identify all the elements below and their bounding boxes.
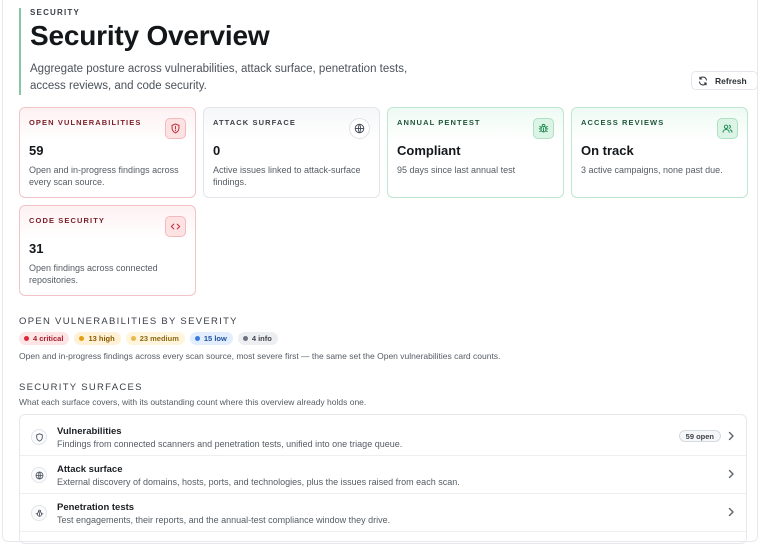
surface-description: Findings from connected scanners and pen…	[57, 439, 403, 449]
surface-name: Penetration tests	[57, 502, 135, 513]
card-annual-pentest[interactable]: ANNUAL PENTEST Compliant 95 days since l…	[387, 107, 564, 198]
refresh-label: Refresh	[715, 75, 747, 86]
users-icon	[717, 118, 738, 139]
card-attack-surface[interactable]: ATTACK SURFACE 0 Active issues linked to…	[203, 107, 380, 198]
surface-name: Attack surface	[57, 464, 123, 475]
surface-row-attack-surface[interactable]: Attack surface External discovery of dom…	[20, 456, 746, 494]
severity-pill-medium[interactable]: 23 medium	[125, 332, 185, 345]
severity-dot	[242, 336, 248, 341]
severity-dot	[194, 336, 200, 341]
card-value: 31	[29, 241, 44, 256]
refresh-button[interactable]: Refresh	[691, 71, 758, 90]
page-title: Security Overview	[30, 20, 270, 51]
code-icon	[165, 216, 186, 237]
severity-pill-critical[interactable]: 4 critical	[19, 332, 70, 345]
severity-description: Open and in-progress findings across eve…	[19, 351, 501, 361]
card-description: 3 active campaigns, none past due.	[581, 165, 723, 175]
card-description: 95 days since last annual test	[397, 165, 516, 175]
surface-row-vulnerabilities[interactable]: Vulnerabilities Findings from connected …	[20, 418, 746, 456]
surface-description: External discovery of domains, hosts, po…	[57, 477, 460, 487]
pill-label: 4 info	[251, 334, 272, 343]
card-label: ATTACK SURFACE	[213, 118, 297, 127]
page-eyebrow: SECURITY	[30, 8, 81, 17]
chevron-right-icon	[728, 469, 734, 479]
pill-label: 15 low	[203, 334, 227, 343]
chevron-right-icon	[728, 431, 734, 441]
card-value: On track	[581, 143, 634, 158]
severity-dot	[24, 336, 29, 341]
severity-dot	[79, 336, 85, 341]
refresh-icon	[699, 76, 707, 85]
card-label: OPEN VULNERABILITIES	[29, 118, 142, 127]
card-description: Open findings across connected repositor…	[29, 263, 158, 285]
page-subtitle: Aggregate posture across vulnerabilities…	[30, 63, 408, 92]
globe-icon	[31, 467, 47, 483]
severity-pills: 4 critical 13 high 23 medium 15 low 4 in…	[19, 332, 278, 345]
severity-pill-high[interactable]: 13 high	[74, 332, 121, 345]
card-access-reviews[interactable]: ACCESS REVIEWS On track 3 active campaig…	[571, 107, 748, 198]
surfaces-description: What each surface covers, with its outst…	[19, 397, 367, 407]
bug-icon	[31, 505, 47, 521]
card-description: Open and in-progress findings across eve…	[29, 165, 179, 187]
pill-label: 23 medium	[139, 334, 179, 343]
surface-name: Vulnerabilities	[57, 426, 122, 437]
shield-icon	[165, 118, 186, 139]
card-label: ANNUAL PENTEST	[397, 118, 481, 127]
card-value: 59	[29, 143, 44, 158]
card-description: Active issues linked to attack-surface f…	[213, 165, 361, 187]
bug-icon	[533, 118, 554, 139]
chevron-right-icon	[728, 507, 734, 517]
card-open-vulnerabilities[interactable]: OPEN VULNERABILITIES 59 Open and in-prog…	[19, 107, 196, 198]
surfaces-section-title: SECURITY SURFACES	[19, 382, 143, 393]
card-code-security[interactable]: CODE SECURITY 31 Open findings across co…	[19, 205, 196, 296]
globe-icon	[349, 118, 370, 139]
card-value: Compliant	[397, 143, 461, 158]
severity-pill-low[interactable]: 15 low	[189, 332, 233, 345]
shield-icon	[31, 429, 47, 445]
surfaces-list: Vulnerabilities Findings from connected …	[19, 414, 747, 544]
surface-row-penetration-tests[interactable]: Penetration tests Test engagements, thei…	[20, 494, 746, 532]
page-header: SECURITY Security Overview Aggregate pos…	[19, 8, 439, 95]
surface-description: Test engagements, their reports, and the…	[57, 515, 391, 525]
severity-dot	[130, 336, 136, 341]
pill-label: 4 critical	[33, 334, 64, 343]
card-label: ACCESS REVIEWS	[581, 118, 665, 127]
severity-section-title: OPEN VULNERABILITIES BY SEVERITY	[19, 316, 238, 327]
card-value: 0	[213, 143, 221, 158]
severity-pill-info[interactable]: 4 info	[237, 332, 278, 345]
open-count-badge: 59 open	[678, 430, 721, 442]
card-label: CODE SECURITY	[29, 216, 105, 225]
pill-label: 13 high	[88, 334, 115, 343]
